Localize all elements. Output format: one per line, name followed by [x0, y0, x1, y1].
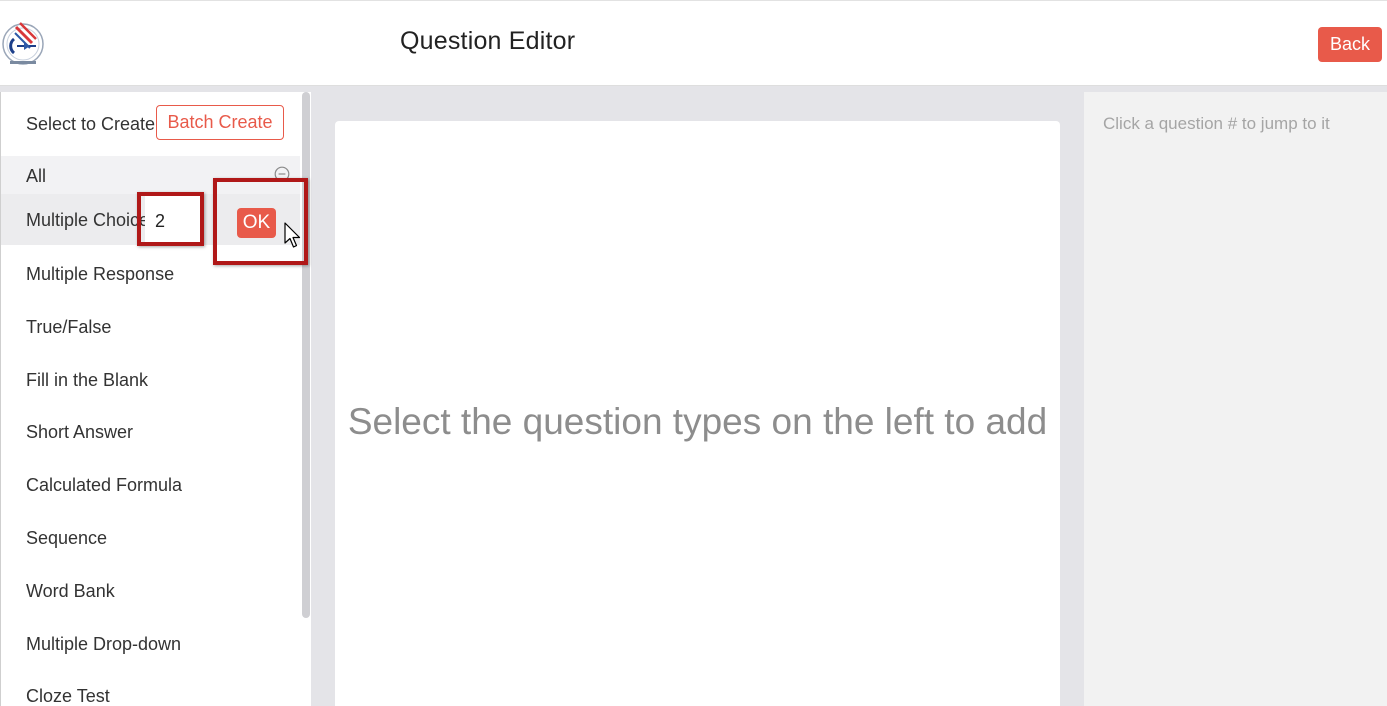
question-canvas: Select the question types on the left to… [335, 121, 1060, 706]
select-to-create-label: Select to Create [26, 114, 156, 134]
back-button[interactable]: Back [1318, 27, 1382, 62]
type-item-calculated-formula[interactable]: Calculated Formula [26, 475, 182, 496]
app-header: Question Editor Back [0, 0, 1387, 86]
page-title: Question Editor [400, 27, 576, 55]
type-item-short-answer[interactable]: Short Answer [26, 422, 133, 443]
type-item-label: Multiple Choice [26, 210, 148, 230]
type-item-sequence[interactable]: Sequence [26, 528, 107, 549]
type-item-multiple-response[interactable]: Multiple Response [26, 264, 174, 285]
type-item-cloze-test[interactable]: Cloze Test [26, 686, 110, 706]
navigator-hint: Click a question # to jump to it [1103, 114, 1330, 133]
logo [2, 22, 44, 65]
question-navigator: Click a question # to jump to it [1084, 92, 1387, 706]
all-types-label: All [26, 166, 47, 186]
type-item-true-false[interactable]: True/False [26, 317, 111, 338]
empty-state-message: Select the question types on the left to… [347, 401, 1048, 442]
sidebar-scrollbar-thumb[interactable] [302, 92, 310, 618]
batch-create-button[interactable]: Batch Create [156, 105, 284, 140]
type-item-fill-in-the-blank[interactable]: Fill in the Blank [26, 370, 148, 391]
type-item-multiple-drop-down[interactable]: Multiple Drop-down [26, 634, 181, 655]
highlight-box-quantity [137, 192, 204, 246]
type-item-word-bank[interactable]: Word Bank [26, 581, 115, 602]
mouse-pointer-icon [284, 222, 301, 248]
